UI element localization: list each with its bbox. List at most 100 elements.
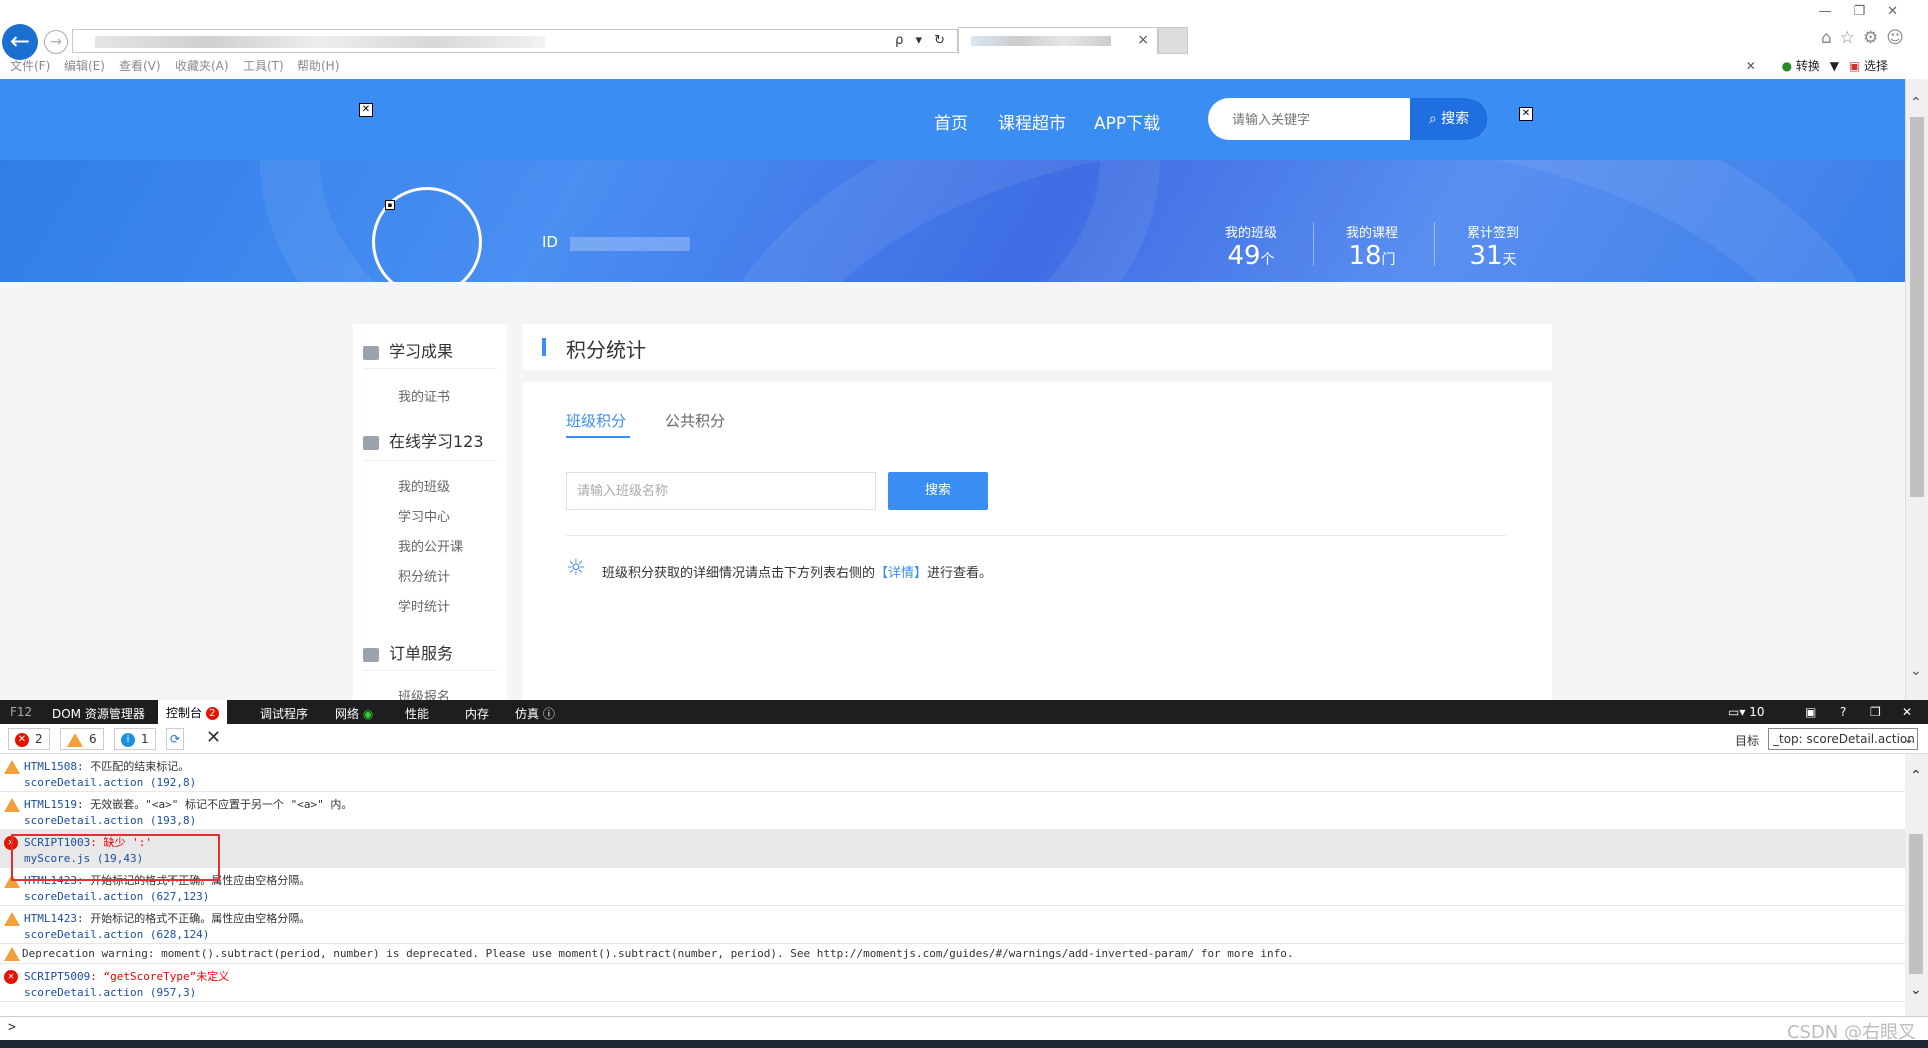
stat-courses[interactable]: 我的课程 18门 <box>1322 222 1422 275</box>
tab-performance[interactable]: 性能 <box>405 705 429 722</box>
target-device-control[interactable]: ▭▾ 10 <box>1728 705 1764 719</box>
scrollbar-thumb[interactable] <box>1909 834 1923 974</box>
divider <box>363 368 497 369</box>
tab-class-score[interactable]: 班级积分 <box>566 410 626 431</box>
scrollbar-thumb[interactable] <box>1910 117 1924 497</box>
sidebar-section-orders[interactable]: 订单服务 <box>363 640 453 664</box>
tab-public-score[interactable]: 公共积分 <box>665 410 725 431</box>
convert-button[interactable]: 转换 <box>1796 59 1820 73</box>
search-input[interactable] <box>1208 98 1410 140</box>
console-message[interactable]: HTML1519: 无效嵌套。"<a>" 标记不应置于另一个 "<a>" 内。 … <box>0 792 1905 830</box>
sidebar-item-my-classes[interactable]: 我的班级 <box>398 476 450 495</box>
source-link[interactable]: scoreDetail.action (193,8) <box>24 814 196 827</box>
book-icon <box>363 435 379 450</box>
help-icon[interactable]: ? <box>1840 705 1846 719</box>
clear-console-button[interactable]: ✕ <box>200 728 227 750</box>
source-link[interactable]: scoreDetail.action (627,123) <box>24 890 209 903</box>
tab-f12[interactable]: F12 <box>10 705 32 719</box>
sidebar-item-hour-stats[interactable]: 学时统计 <box>398 596 450 615</box>
stat-classes[interactable]: 我的班级 49个 <box>1201 222 1301 275</box>
chevron-up-icon[interactable]: ⌃ <box>1910 768 1922 784</box>
highlight-box <box>11 834 220 881</box>
sidebar-item-class-signup[interactable]: 班级报名 <box>398 686 450 700</box>
console-message[interactable]: HTML1423: 开始标记的格式不正确。属性应由空格分隔。 scoreDeta… <box>0 868 1905 906</box>
record-icon: ◉ <box>362 707 374 721</box>
select-button[interactable]: 选择 <box>1864 59 1888 73</box>
clipboard-icon <box>363 647 379 662</box>
avatar[interactable]: ▪ <box>372 187 482 297</box>
filter-info-button[interactable]: i1 <box>114 728 156 750</box>
address-bar[interactable]: ρ ▾ ↻ <box>72 29 958 53</box>
console-message-selected[interactable]: ✕ SCRIPT1003: 缺少 ':' myScore.js (19,43) <box>0 830 1905 868</box>
console-message[interactable]: Deprecation warning: moment().subtract(p… <box>0 944 1905 964</box>
main-content: 班级积分 公共积分 请输入班级名称 搜索 ☼ 班级积分获取的详细情况请点击下方列… <box>522 382 1552 700</box>
nav-course-market[interactable]: 课程超市 <box>998 109 1066 134</box>
console-message[interactable]: ✕ SCRIPT5009: “getScoreType”未定义 scoreDet… <box>0 964 1905 1002</box>
filter-errors-button[interactable]: ✕ 2 <box>8 728 50 750</box>
console-message[interactable]: HTML1423: 开始标记的格式不正确。属性应由空格分隔。 scoreDeta… <box>0 906 1905 944</box>
toolbar-icons[interactable]: ⌂☆⚙☺ <box>1821 28 1912 48</box>
chevron-down-icon[interactable]: ⌄ <box>1910 982 1922 998</box>
sidebar-item-open-courses[interactable]: 我的公开课 <box>398 536 463 555</box>
menu-tools[interactable]: 工具(T) <box>243 56 284 76</box>
undock-icon[interactable]: ❐ <box>1870 705 1881 719</box>
source-link[interactable]: scoreDetail.action (628,124) <box>24 928 209 941</box>
console-message[interactable]: HTML1508: 不匹配的结束标记。 scoreDetail.action (… <box>0 754 1905 792</box>
target-label: 目标 <box>1735 734 1760 748</box>
target-select[interactable]: _top: scoreDetail.action ⌄ <box>1768 728 1918 750</box>
warning-icon <box>67 732 83 747</box>
sidebar-section-achievements[interactable]: 学习成果 <box>363 338 453 362</box>
sidebar-section-online-learning[interactable]: 在线学习123 <box>363 428 484 452</box>
divider <box>363 670 497 671</box>
page-scrollbar[interactable]: ⌃ ⌄ <box>1905 79 1928 700</box>
sidebar-item-score-stats[interactable]: 积分统计 <box>398 566 450 585</box>
tab-dom-explorer[interactable]: DOM 资源管理器 <box>52 705 145 722</box>
detail-link[interactable]: 【详情】 <box>875 566 927 581</box>
chevron-down-icon[interactable]: ⌄ <box>1910 663 1922 679</box>
warning-icon <box>4 912 20 926</box>
nav-app-download[interactable]: APP下载 <box>1094 109 1160 134</box>
tab-debugger[interactable]: 调试程序 <box>260 705 308 722</box>
new-tab-button[interactable] <box>1158 27 1188 54</box>
chevron-down-icon[interactable]: ▼ <box>1830 59 1839 73</box>
window-controls[interactable]: —❐✕ <box>1818 4 1920 19</box>
browser-tab[interactable]: × <box>958 27 1158 54</box>
tab-memory[interactable]: 内存 <box>465 705 489 722</box>
menu-help[interactable]: 帮助(H) <box>297 56 339 76</box>
console-input[interactable]: > <box>0 1016 1928 1040</box>
menu-favorites[interactable]: 收藏夹(A) <box>175 56 229 76</box>
nav-home[interactable]: 首页 <box>934 109 968 134</box>
close-tab-icon[interactable]: × <box>1137 32 1149 48</box>
stat-label: 累计签到 <box>1466 226 1519 241</box>
console-scrollbar[interactable]: ⌃ ⌄ <box>1905 754 1928 1016</box>
back-button[interactable]: ← <box>2 24 38 60</box>
sidebar-item-learning-center[interactable]: 学习中心 <box>398 506 450 525</box>
tab-network[interactable]: 网络 ◉ <box>335 705 373 722</box>
tab-emulation[interactable]: 仿真 ⓘ <box>515 705 555 722</box>
profile-banner <box>0 160 1905 282</box>
menu-edit[interactable]: 编辑(E) <box>64 56 105 76</box>
tip-text: 班级积分获取的详细情况请点击下方列表右侧的【详情】进行查看。 <box>602 566 993 581</box>
menu-file[interactable]: 文件(F) <box>10 56 50 76</box>
console-toggle-icon[interactable]: ▣ <box>1805 705 1816 719</box>
chevron-up-icon[interactable]: ⌃ <box>1910 95 1922 111</box>
search-button[interactable]: ⌕ 搜索 <box>1410 98 1488 140</box>
class-name-input[interactable]: 请输入班级名称 <box>566 472 876 510</box>
close-bar-icon[interactable]: ✕ <box>1746 59 1756 73</box>
menu-view[interactable]: 查看(V) <box>119 56 161 76</box>
filter-warnings-button[interactable]: 6 <box>60 728 104 750</box>
clear-on-navigate-button[interactable]: ⟳ <box>166 728 185 750</box>
forward-button[interactable]: → <box>44 30 68 54</box>
stat-label: 我的班级 <box>1224 226 1277 241</box>
close-icon[interactable]: ✕ <box>1902 705 1912 719</box>
address-controls[interactable]: ρ ▾ ↻ <box>895 33 949 48</box>
cube-icon <box>363 345 379 360</box>
class-search-button[interactable]: 搜索 <box>888 472 988 510</box>
source-link[interactable]: scoreDetail.action (192,8) <box>24 776 196 789</box>
sidebar-item-certificates[interactable]: 我的证书 <box>398 386 450 405</box>
stat-checkins[interactable]: 累计签到 31天 <box>1443 222 1543 275</box>
title-accent <box>542 338 546 356</box>
source-link[interactable]: scoreDetail.action (957,3) <box>24 986 196 999</box>
tab-console[interactable]: 控制台 2 <box>158 700 227 724</box>
stat-divider <box>1434 222 1435 266</box>
